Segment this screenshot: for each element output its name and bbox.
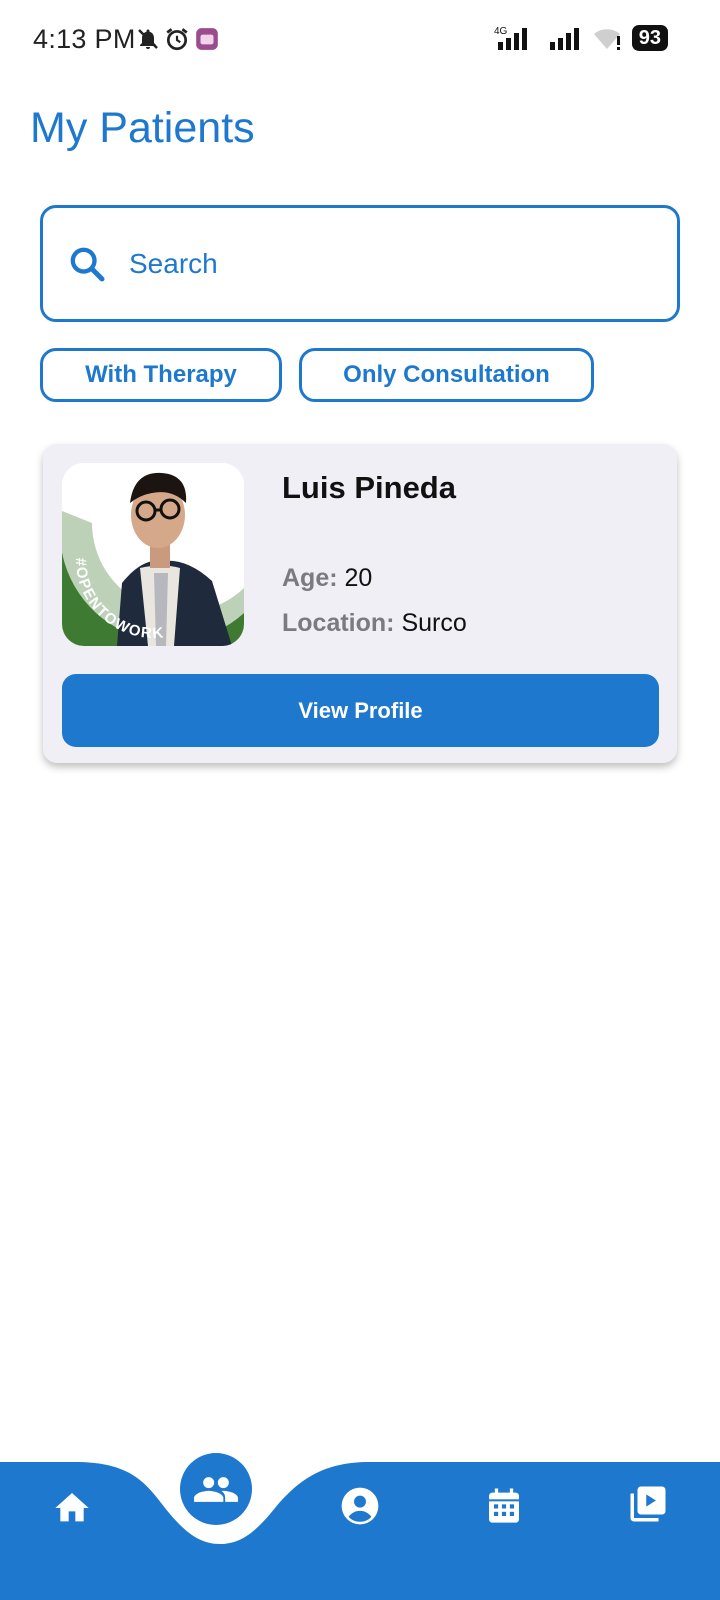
filter-only-consultation-button[interactable]: Only Consultation (299, 348, 594, 402)
patient-avatar: #OPENTOWORK (62, 463, 244, 646)
nav-calendar-button[interactable] (474, 1476, 534, 1536)
status-time: 4:13 PM (33, 24, 136, 54)
nav-profile-button[interactable] (330, 1476, 390, 1536)
search-icon (70, 247, 105, 282)
video-library-icon (630, 1486, 666, 1522)
nav-patients-button[interactable] (180, 1453, 252, 1525)
search-input[interactable] (129, 242, 649, 286)
patient-card: #OPENTOWORK Luis Pineda Age: 20 Location… (43, 444, 677, 763)
patient-name: Luis Pineda (282, 470, 456, 505)
mute-icon (138, 29, 158, 49)
signal-icon (549, 28, 579, 50)
status-bar: 4:13 PM 4G 93 (0, 0, 720, 80)
home-icon (55, 1493, 89, 1522)
patients-icon (194, 1477, 238, 1502)
patient-location: Location: Surco (282, 609, 467, 638)
profile-icon (341, 1487, 379, 1525)
age-label: Age: (282, 564, 338, 592)
nav-home-button[interactable] (42, 1478, 102, 1538)
app-notification-icon (196, 28, 218, 50)
status-icons-right: 4G 93 (494, 24, 668, 52)
signal-icon: 4G (494, 26, 527, 50)
avatar-photo: #OPENTOWORK (62, 463, 244, 646)
svg-text:4G: 4G (494, 26, 508, 37)
search-box[interactable] (40, 205, 680, 322)
calendar-icon (489, 1488, 519, 1523)
alarm-icon (166, 28, 188, 51)
location-label: Location: (282, 609, 395, 637)
location-value: Surco (401, 609, 467, 637)
wifi-icon (593, 29, 620, 50)
status-icons-left (136, 26, 220, 52)
view-profile-button[interactable]: View Profile (62, 674, 659, 747)
patient-age: Age: 20 (282, 564, 372, 593)
filter-with-therapy-button[interactable]: With Therapy (40, 348, 282, 402)
age-value: 20 (344, 564, 373, 592)
nav-video-library-button[interactable] (618, 1474, 678, 1534)
battery-icon: 93 (631, 25, 668, 51)
page-title: My Patients (30, 104, 255, 152)
